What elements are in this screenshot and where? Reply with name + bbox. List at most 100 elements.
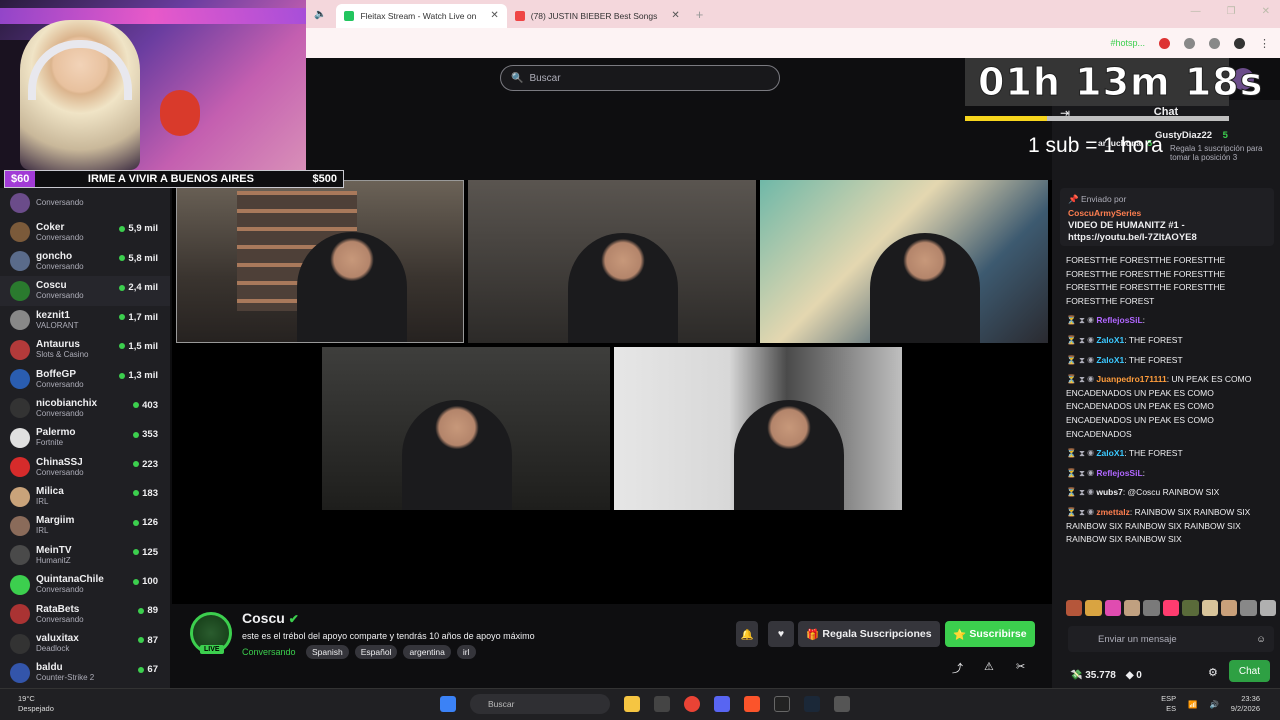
emote-icon[interactable] — [1201, 600, 1218, 616]
maximize-icon[interactable]: ❐ — [1227, 6, 1236, 17]
share-icon[interactable]: ⤴ — [952, 660, 963, 676]
emote-icon[interactable] — [1220, 600, 1238, 616]
chat-username[interactable]: wubs7 — [1096, 487, 1122, 497]
chat-username[interactable]: ReflejosSiL — [1096, 468, 1142, 478]
pinned-message[interactable]: 📌 Enviado por CoscuArmySeries VIDEO DE H… — [1060, 188, 1274, 246]
lang-2: ES — [1166, 704, 1177, 713]
viewer-count: 403 — [133, 400, 158, 411]
browser-tabbar: 🔈 Fleitax Stream - Watch Live on ✕ (78) … — [306, 0, 1280, 28]
sidebar-channel[interactable]: Milica IRL 183 — [0, 482, 170, 511]
emote-icon[interactable] — [1162, 600, 1180, 616]
bits[interactable]: ◆ 0 — [1126, 670, 1142, 681]
sidebar-channel[interactable]: Conversando — [0, 188, 170, 217]
chrome-icon[interactable] — [684, 696, 700, 712]
emote-icon[interactable] — [1124, 600, 1141, 616]
app-icon[interactable] — [654, 696, 670, 712]
wifi-icon[interactable]: 📶 — [1188, 700, 1197, 709]
subscribe-button[interactable]: ⭐ Suscribirse — [945, 621, 1035, 647]
app-icon-2[interactable] — [834, 696, 850, 712]
discord-icon[interactable] — [714, 696, 730, 712]
tag[interactable]: Spanish — [306, 645, 349, 659]
terminal-icon[interactable] — [774, 696, 790, 712]
minimize-icon[interactable]: — — [1191, 6, 1201, 17]
tag[interactable]: irl — [456, 645, 476, 659]
chat-username[interactable]: ZaloX1 — [1096, 448, 1124, 458]
sidebar-channel[interactable]: baldu Counter-Strike 2 67 — [0, 658, 170, 687]
gift-subs-label: Regala Suscripciones — [822, 628, 932, 640]
chat-username[interactable]: ZaloX1 — [1096, 355, 1124, 365]
follow-heart-button[interactable]: ♥ — [768, 621, 794, 647]
volume-icon[interactable]: 🔊 — [1209, 700, 1218, 709]
sidebar-channel[interactable]: Antaurus Slots & Casino 1,5 mil — [0, 335, 170, 364]
sidebar-channel[interactable]: BoffeGP Conversando 1,3 mil — [0, 364, 170, 393]
sidebar-channel[interactable]: nicobianchix Conversando 403 — [0, 394, 170, 423]
sidebar-channel[interactable]: RataBets Conversando 89 — [0, 599, 170, 628]
gifter-name: GustyDiaz22 — [1155, 130, 1213, 141]
emote-icon[interactable] — [1240, 600, 1257, 616]
settings-icon[interactable]: ⚙ — [1208, 666, 1218, 679]
video-feed-5 — [614, 347, 902, 510]
gift-subs-button[interactable]: 🎁 Regala Suscripciones — [798, 621, 940, 647]
emote-icon[interactable] — [1085, 600, 1102, 616]
clock[interactable]: 23:36 9/2/2026 — [1231, 694, 1260, 714]
new-tab-icon[interactable]: + — [696, 7, 704, 22]
sidebar-channel[interactable]: Coker Conversando 5,9 mil — [0, 217, 170, 246]
menu-dots-icon[interactable]: ⋮ — [1259, 37, 1270, 50]
sidebar-channel[interactable]: Margiim IRL 126 — [0, 511, 170, 540]
file-explorer-icon[interactable] — [624, 696, 640, 712]
chat-username[interactable]: zmettalz — [1096, 507, 1130, 517]
steam-icon[interactable] — [804, 696, 820, 712]
chat-username[interactable]: ReflejosSiL — [1096, 315, 1142, 325]
sidebar-channel[interactable]: ChinaSSJ Conversando 223 — [0, 453, 170, 482]
chat-input[interactable]: Enviar un mensaje ☺ — [1068, 626, 1274, 652]
sidebar-channel[interactable]: QuintanaChile Conversando 100 — [0, 570, 170, 599]
notification-bell-button[interactable]: 🔔 — [736, 621, 758, 647]
report-icon[interactable]: ⚠ — [984, 660, 994, 673]
emote-icon[interactable] — [1104, 600, 1122, 616]
chat-send-button[interactable]: Chat — [1228, 660, 1270, 682]
speaker-icon[interactable]: 🔈 — [314, 9, 326, 20]
close-tab-icon[interactable]: ✕ — [671, 10, 679, 21]
close-window-icon[interactable]: ✕ — [1262, 6, 1270, 17]
emoji-icon[interactable]: ☺ — [1256, 634, 1266, 645]
sidebar-channel[interactable]: keznit1 VALORANT 1,7 mil — [0, 306, 170, 335]
emote-bar — [1066, 600, 1276, 618]
streamer-name[interactable]: Coscu ✔ — [242, 610, 299, 626]
profile-icon[interactable] — [1234, 37, 1245, 49]
chat-username[interactable]: ZaloX1 — [1096, 335, 1124, 345]
clip-icon[interactable]: ✂ — [1016, 660, 1025, 673]
channel-avatar — [10, 515, 30, 536]
badge-icons: ⏳ ⧗ ◉ — [1066, 334, 1097, 345]
puzzle-icon[interactable] — [1184, 37, 1195, 49]
pinned-user[interactable]: CoscuArmySeries — [1068, 208, 1266, 218]
emote-icon[interactable] — [1066, 600, 1083, 616]
extension-icon[interactable] — [1159, 37, 1170, 49]
sidebar-channel[interactable]: Coscu Conversando 2,4 mil — [0, 276, 170, 306]
channel-points[interactable]: 💸 35.778 — [1070, 670, 1116, 681]
close-tab-icon[interactable]: ✕ — [490, 10, 498, 21]
search-input[interactable]: 🔍 Buscar — [500, 65, 780, 91]
browser-tab-fleitax[interactable]: Fleitax Stream - Watch Live on ✕ — [336, 3, 507, 28]
sidebar-channel[interactable]: Palermo Fortnite 353 — [0, 423, 170, 452]
emote-icon[interactable] — [1143, 600, 1160, 616]
tag[interactable]: Español — [354, 645, 398, 659]
weather-widget[interactable]: 19°C Despejado — [18, 694, 54, 714]
sidebar-channel[interactable]: valuxitax Deadlock 87 — [0, 629, 170, 658]
browser-tab-youtube[interactable]: (78) JUSTIN BIEBER Best Songs ✕ — [507, 4, 688, 28]
emote-icon[interactable] — [1259, 600, 1276, 616]
language-indicator[interactable]: ESP ES — [1161, 694, 1176, 714]
channel-avatar — [10, 339, 30, 360]
video-player[interactable] — [172, 180, 1052, 650]
taskbar-search[interactable]: Buscar — [470, 694, 610, 714]
brave-icon[interactable] — [744, 696, 760, 712]
windows-start-icon[interactable] — [440, 696, 456, 712]
tag[interactable]: argentina — [403, 645, 451, 659]
chat-username[interactable]: Juanpedro171111 — [1096, 374, 1166, 384]
emote-icon[interactable] — [1182, 600, 1199, 616]
sidebar-channel[interactable]: MeinTV HumanitZ 125 — [0, 541, 170, 570]
sidebar-channel[interactable]: goncho Conversando 5,8 mil — [0, 247, 170, 276]
stream-tags: Spanish Español argentina irl — [306, 645, 476, 659]
stream-category[interactable]: Conversando — [242, 647, 296, 657]
live-dot-icon — [119, 255, 126, 262]
list-icon[interactable] — [1209, 37, 1220, 49]
